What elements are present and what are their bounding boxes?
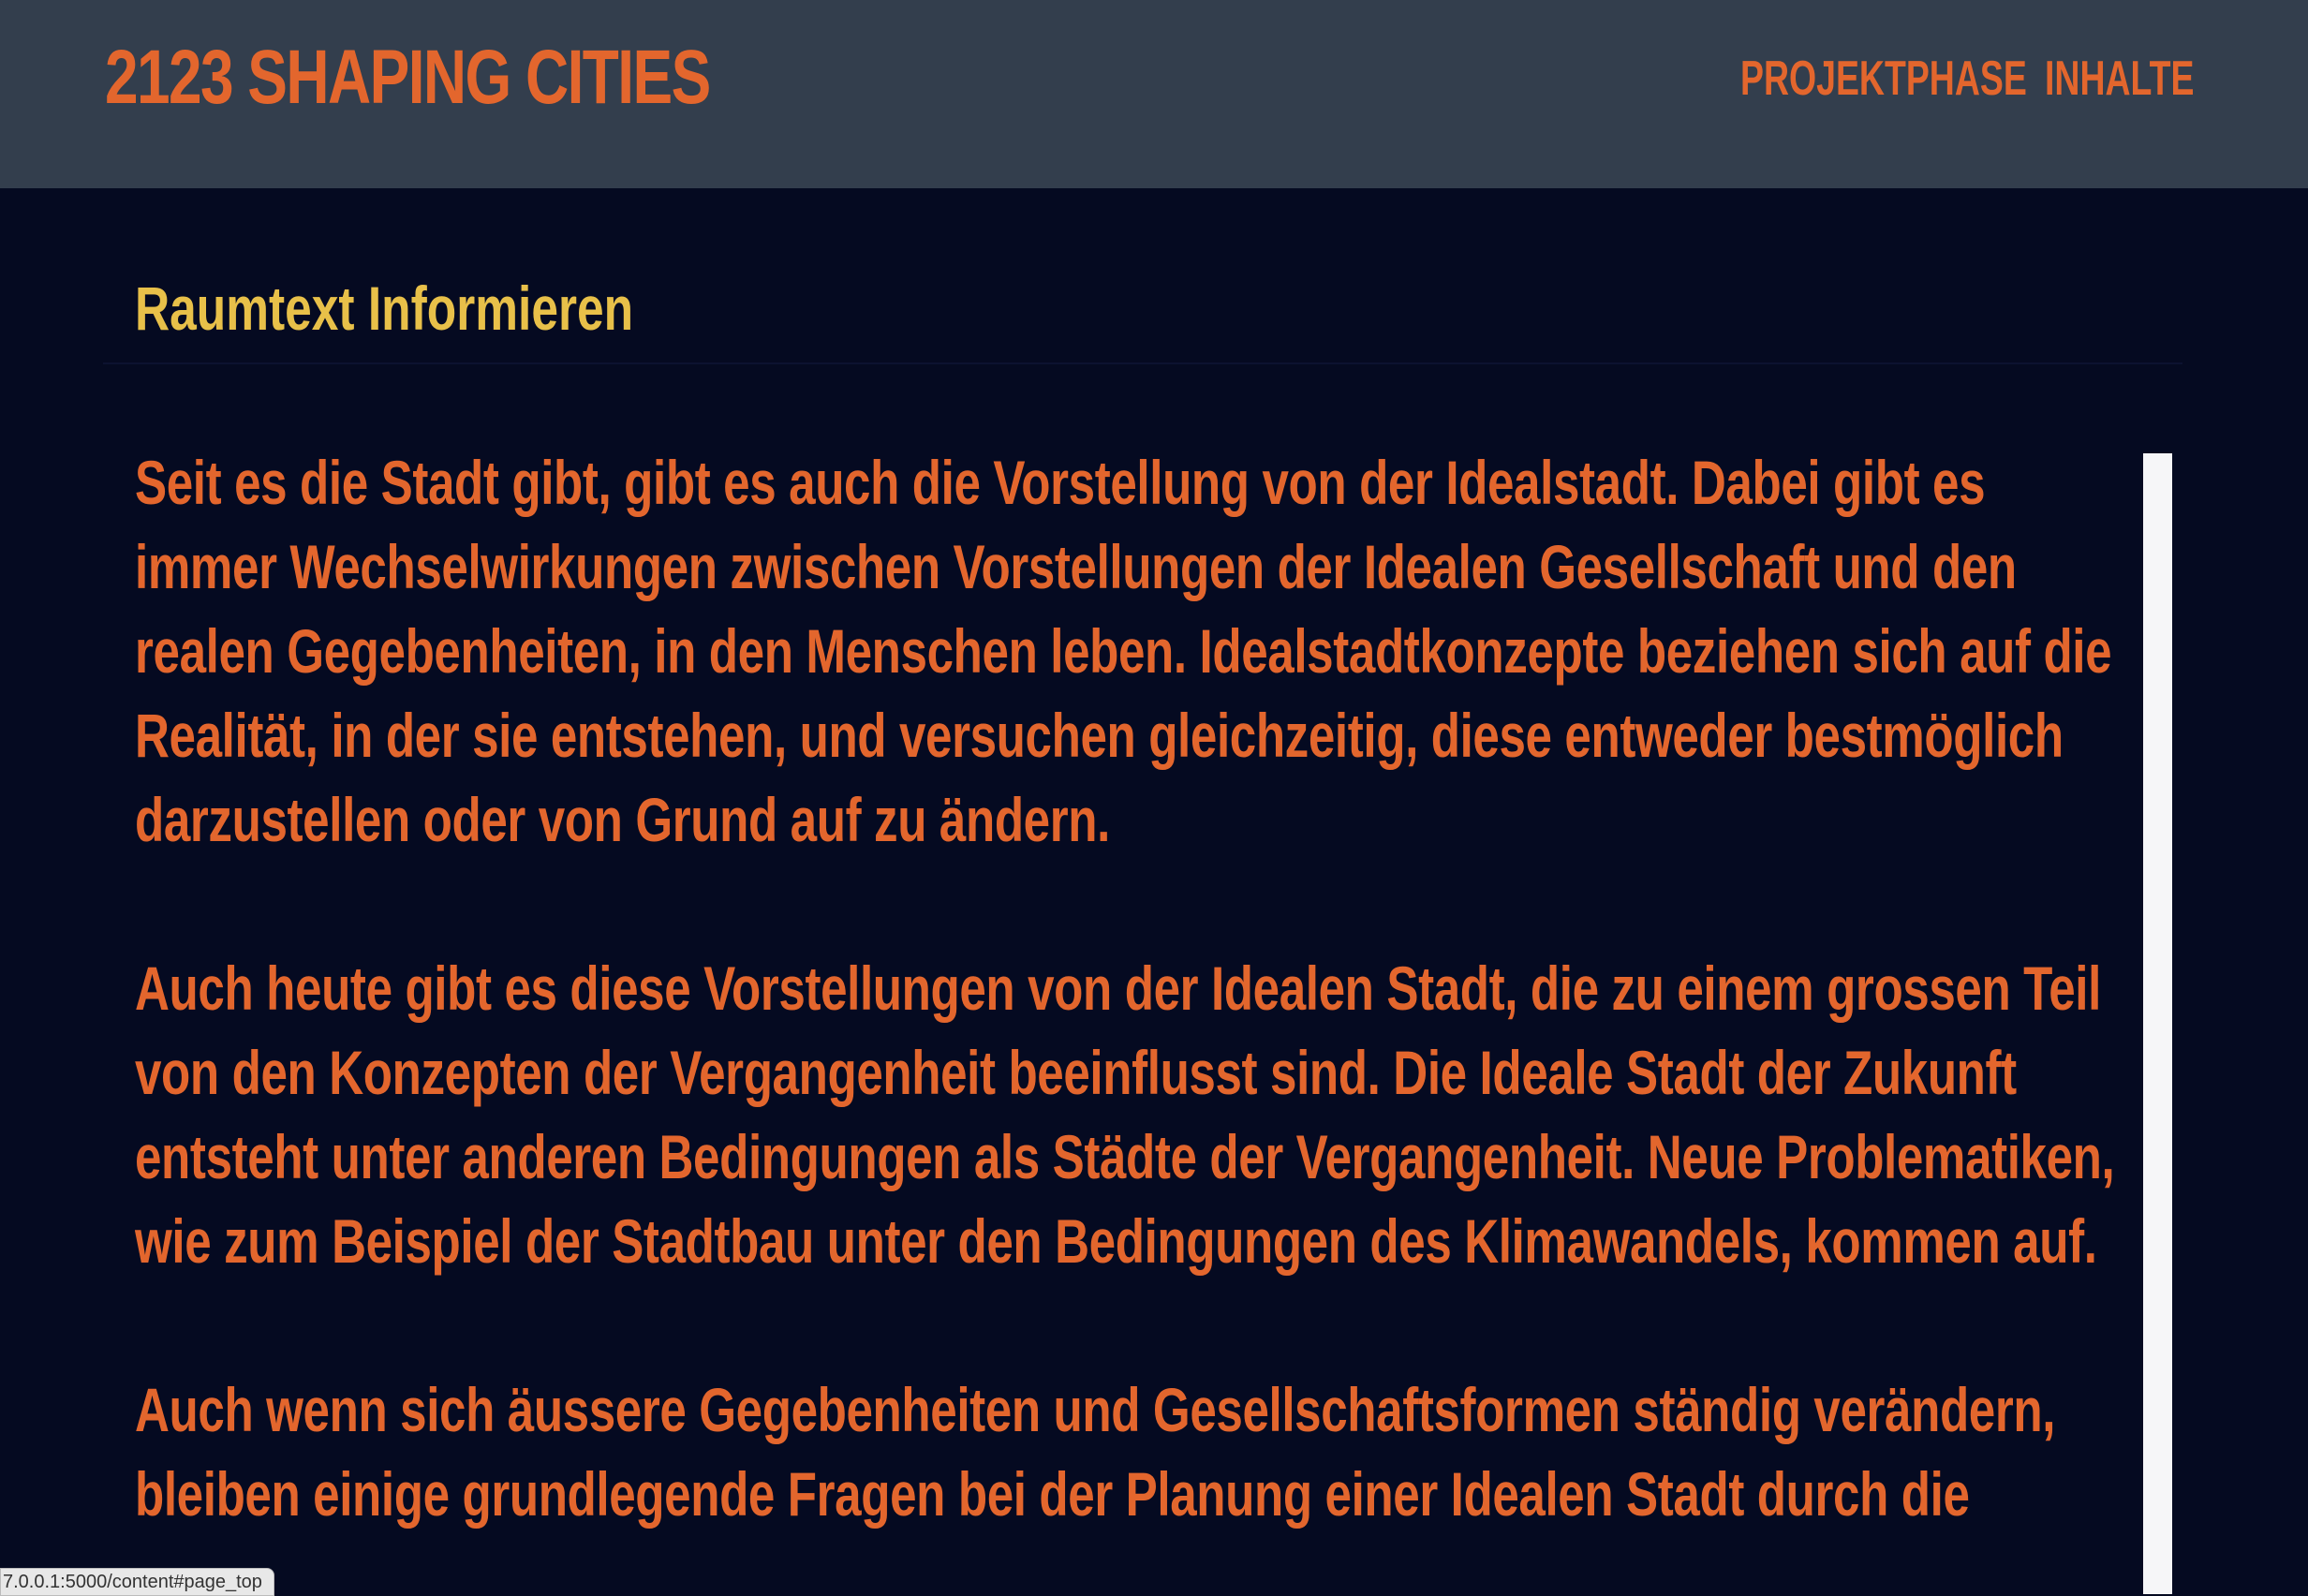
status-bar-url: 7.0.0.1:5000/content#page_top (0, 1568, 274, 1596)
article-paragraph-1: Seit es die Stadt gibt, gibt es auch die… (135, 448, 2112, 854)
site-logo-link[interactable]: 2123 SHAPING CITIES (105, 26, 711, 129)
nav-link-projektphase[interactable]: PROJEKTPHASE (1740, 45, 2027, 112)
content-scrollbar[interactable] (2143, 453, 2172, 1594)
page-title: Raumtext Informieren (135, 273, 634, 343)
nav-link-inhalte[interactable]: INHALTE (2045, 45, 2194, 112)
article-text-container: Seit es die Stadt gibt, gibt es auch die… (135, 440, 2130, 1594)
top-navigation-bar: 2123 SHAPING CITIES PROJEKTPHASE INHALTE (0, 0, 2308, 188)
article-paragraph-3: Auch wenn sich äussere Gegebenheiten und… (135, 1375, 2056, 1529)
title-divider (103, 362, 2182, 364)
article-paragraph-2: Auch heute gibt es diese Vorstellungen v… (135, 953, 2115, 1276)
